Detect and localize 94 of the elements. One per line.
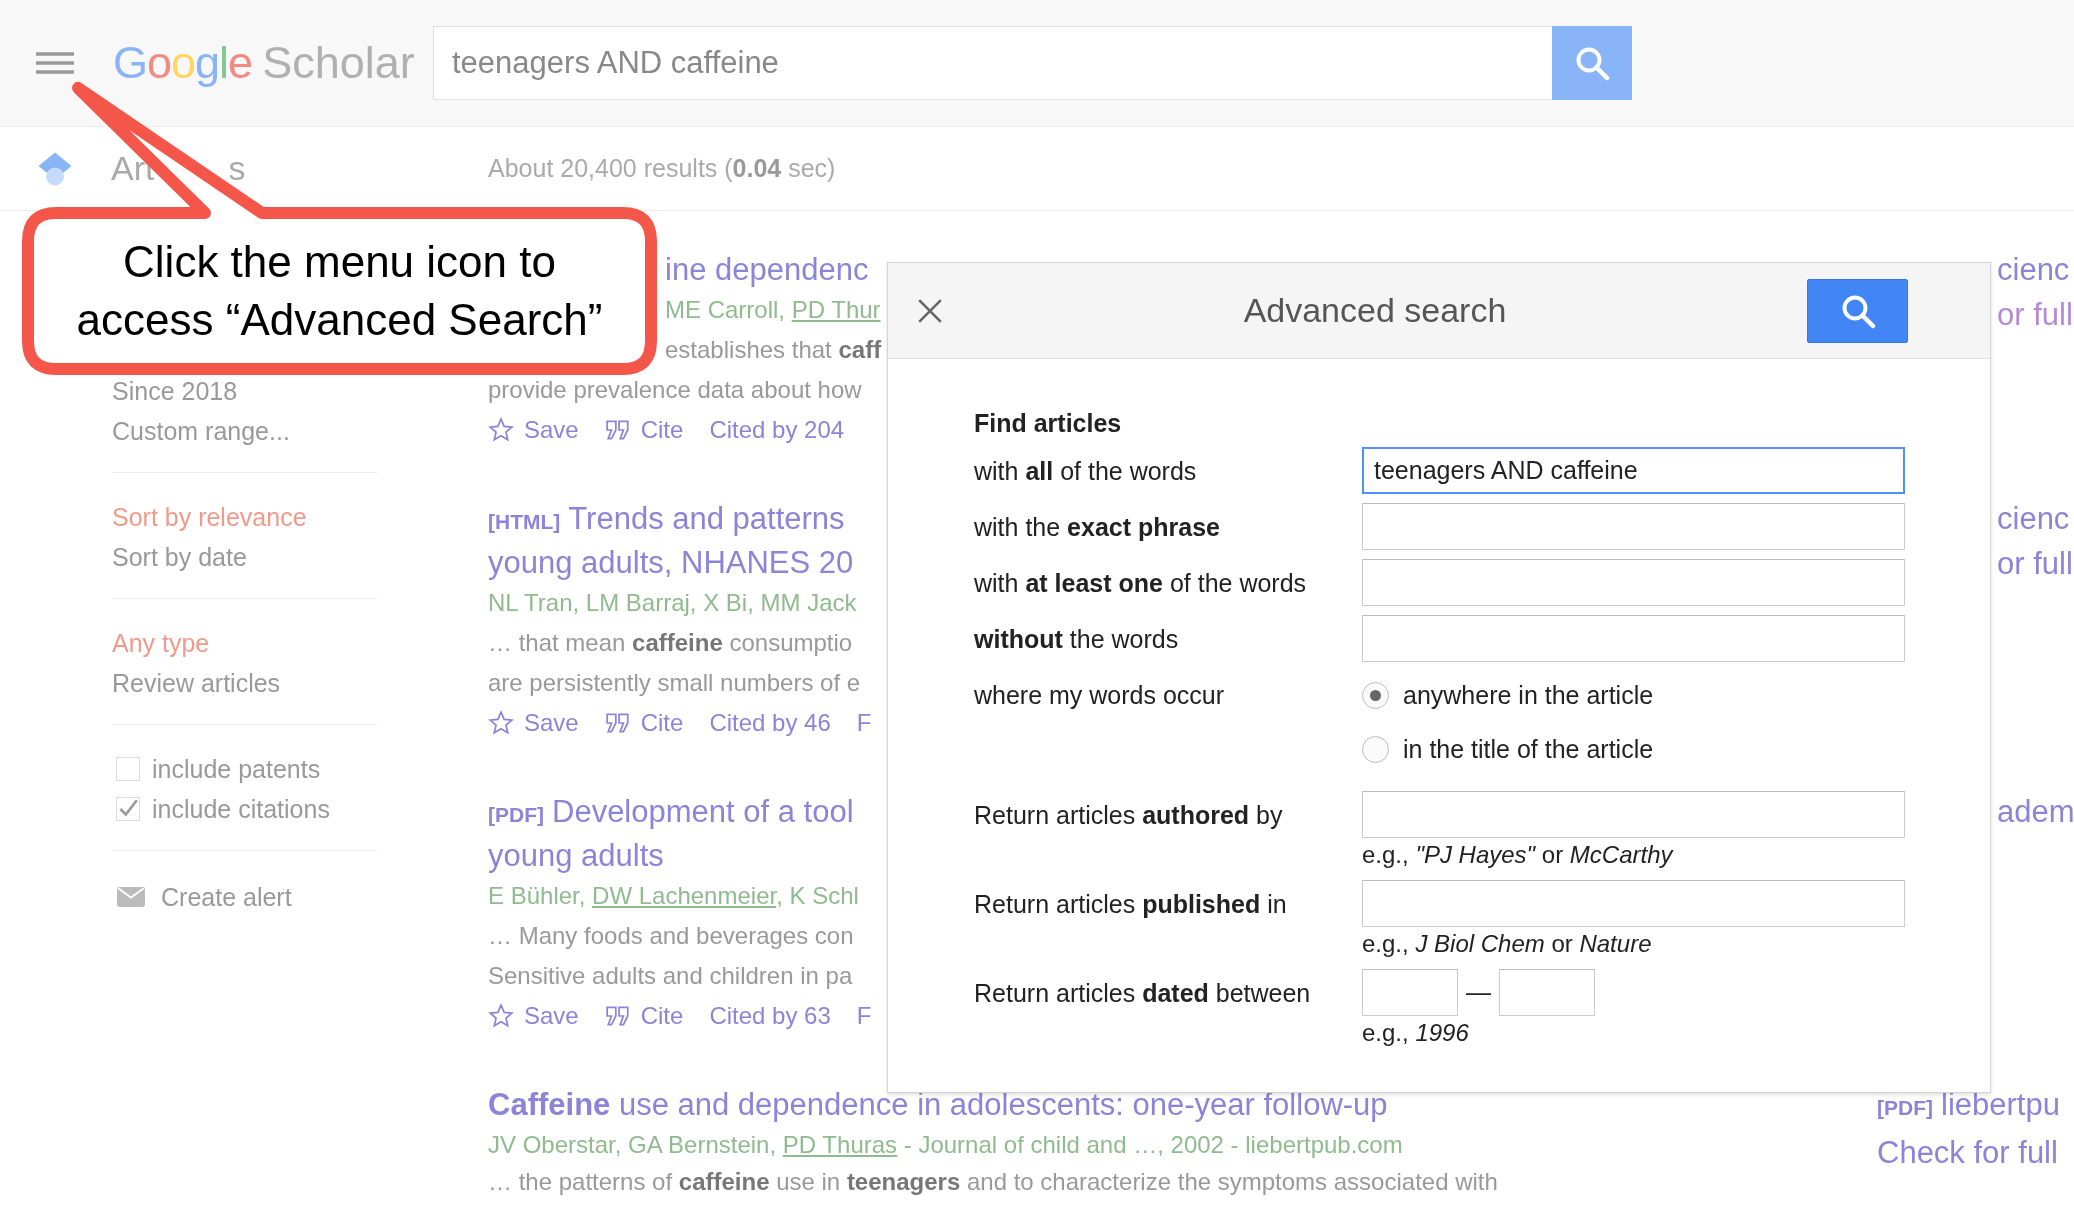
result-title-link[interactable]: [HTML] Trends and patterns young adults, NHANES 20 xyxy=(488,498,887,583)
snippet-text: provide prevalence data about how xyxy=(488,375,863,405)
snippet-text: Sensitive adults and children in pa xyxy=(488,961,854,991)
side-link[interactable]: cienc xyxy=(1997,252,2070,287)
radio-label[interactable]: in the title of the article xyxy=(1403,734,1654,764)
field-label: with the exact phrase xyxy=(974,512,1221,543)
field-label: where my words occur xyxy=(974,680,1226,711)
side-link[interactable]: cienc xyxy=(1997,501,2070,536)
cite-link[interactable]: Cite xyxy=(604,703,684,743)
star-icon xyxy=(488,710,514,736)
hint-text: e.g., "PJ Hayes" or McCarthy xyxy=(1362,840,1675,870)
section-title: s xyxy=(228,149,246,188)
field-label: with all of the words xyxy=(974,456,1198,487)
graduation-cap-icon xyxy=(37,150,73,187)
result-title-link[interactable]: [PDF] Development of a tool young adults xyxy=(488,791,887,876)
sidebar-link[interactable]: Since 2018 xyxy=(112,376,238,406)
checkbox[interactable] xyxy=(116,757,140,781)
field-label: Return articles dated between xyxy=(974,978,1312,1009)
date-input-field[interactable] xyxy=(1499,969,1595,1016)
quote-icon xyxy=(604,1003,631,1029)
logo-wordmark: Google xyxy=(113,37,253,89)
field-label: Return articles authored by xyxy=(974,800,1284,831)
action-link[interactable]: F xyxy=(856,996,872,1036)
sidebar-link[interactable]: Sort by relevance xyxy=(112,502,307,532)
checkbox-label[interactable]: include patents xyxy=(152,754,321,784)
author-text: , K Schl xyxy=(776,882,859,909)
result-count: About 20,400 results (0.04 sec) xyxy=(488,154,836,183)
snippet-text: establishes that caff xyxy=(665,335,883,365)
side-link[interactable]: or full xyxy=(1997,297,2073,332)
sidebar-link[interactable]: Any type xyxy=(112,628,210,658)
quote-icon xyxy=(604,710,631,736)
snippet-text: … Many foods and beverages con xyxy=(488,921,855,951)
author-text: E Bühler, xyxy=(488,882,587,909)
search-icon xyxy=(1574,45,1610,81)
close-icon[interactable] xyxy=(917,297,943,324)
side-link[interactable]: adem xyxy=(1997,794,2074,829)
author-text: - Journal of child and …, 2002 - liebertpub.com xyxy=(902,1131,1403,1158)
field-label: with at least one of the words xyxy=(974,568,1308,599)
cite-link[interactable]: Cite xyxy=(604,996,684,1036)
hint-text: e.g., J Biol Chem or Nature xyxy=(1362,929,1653,959)
action-link[interactable]: F xyxy=(856,703,872,743)
quote-icon xyxy=(604,417,631,443)
create-alert-link[interactable]: Create alert xyxy=(112,880,292,914)
input-field[interactable] xyxy=(1362,559,1905,606)
format-label: [PDF] xyxy=(1877,1096,1933,1119)
input-field[interactable] xyxy=(1362,615,1905,662)
star-icon xyxy=(488,1003,514,1029)
sidebar-link[interactable]: Review articles xyxy=(112,668,281,698)
save-link[interactable]: Save xyxy=(488,410,579,450)
search-button[interactable] xyxy=(1552,26,1632,100)
field-label: Return articles published in xyxy=(974,889,1288,920)
author-link[interactable]: DW Lachenmeier xyxy=(592,882,777,909)
author-text: JV Oberstar, GA Bernstein, xyxy=(488,1131,778,1158)
snippet-text: are persistently small numbers of e xyxy=(488,668,862,698)
input-field[interactable] xyxy=(1362,503,1905,550)
author-text: NL Tran, LM Barraj, X Bi, MM Jack xyxy=(488,589,857,616)
search-button[interactable] xyxy=(1807,278,1908,343)
author-text: ME Carroll, xyxy=(665,296,786,323)
range-separator: — xyxy=(1465,978,1492,1007)
envelope-icon xyxy=(117,887,145,907)
input-field[interactable]: teenagers AND caffeine xyxy=(1362,447,1905,494)
input-field[interactable] xyxy=(1362,880,1905,927)
date-input-field[interactable] xyxy=(1362,969,1458,1016)
hint-text: e.g., 1996 xyxy=(1362,1018,1470,1048)
radio-button[interactable] xyxy=(1362,681,1389,709)
sidebar-link[interactable]: Sort by date xyxy=(112,542,247,572)
author-link[interactable]: PD Thur xyxy=(791,296,881,323)
save-link[interactable]: Save xyxy=(488,703,579,743)
section-heading: Find articles xyxy=(974,408,1123,439)
logo-product-name: Scholar xyxy=(262,37,415,89)
field-label: without the words xyxy=(974,624,1180,655)
side-link[interactable]: liebertpu xyxy=(1941,1087,2060,1122)
result-title-link[interactable]: ine dependenc xyxy=(665,249,887,290)
save-link[interactable]: Save xyxy=(488,996,579,1036)
checkbox-label[interactable]: include citations xyxy=(152,794,330,824)
menu-icon[interactable] xyxy=(36,52,74,74)
radio-button[interactable] xyxy=(1362,735,1389,763)
cited-by-link[interactable]: Cited by 63 xyxy=(709,996,831,1036)
snippet-text: … the patterns of caffeine use in teenagers and to characterize the symptoms associated with xyxy=(488,1167,1499,1197)
callout-text: Click the menu icon to access “Advanced Search” xyxy=(75,236,604,346)
author-link[interactable]: PD Thuras xyxy=(782,1131,898,1158)
input-field[interactable] xyxy=(1362,791,1905,838)
search-field[interactable]: teenagers AND caffeine xyxy=(433,26,1552,100)
dialog-title: Advanced search xyxy=(1242,291,1508,330)
sidebar-link[interactable]: Custom range... xyxy=(112,416,290,446)
radio-label[interactable]: anywhere in the article xyxy=(1403,680,1654,710)
side-link[interactable]: Check for full xyxy=(1877,1135,2058,1170)
checkbox[interactable] xyxy=(116,797,140,821)
snippet-text: … that mean caffeine consumptio xyxy=(488,628,854,658)
cited-by-link[interactable]: Cited by 46 xyxy=(709,703,831,743)
star-icon xyxy=(488,417,514,443)
cite-link[interactable]: Cite xyxy=(604,410,684,450)
cited-by-link[interactable]: Cited by 204 xyxy=(709,410,845,450)
side-link[interactable]: or full xyxy=(1997,546,2073,581)
